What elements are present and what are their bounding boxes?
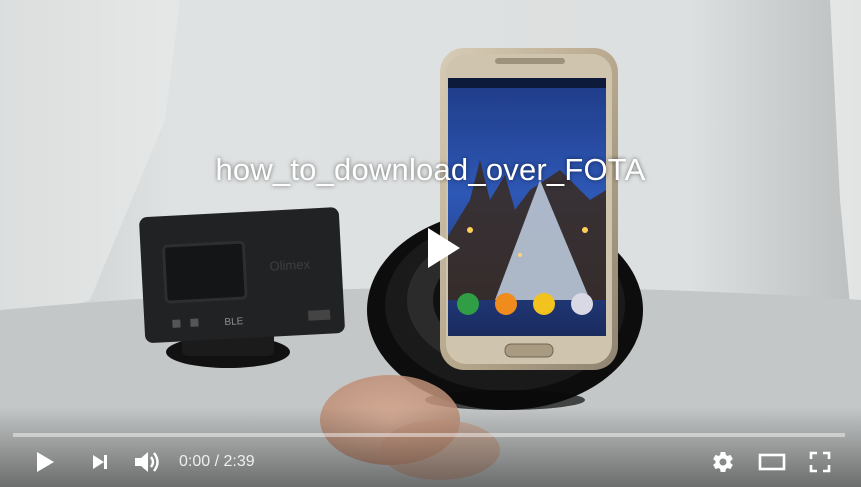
fullscreen-button[interactable] (804, 440, 836, 484)
fullscreen-icon (809, 451, 831, 473)
settings-button[interactable] (707, 440, 739, 484)
play-button[interactable] (28, 440, 62, 484)
volume-icon (135, 452, 159, 472)
big-play-button[interactable] (424, 225, 464, 271)
volume-button[interactable] (130, 440, 164, 484)
theater-mode-icon (758, 453, 786, 471)
svg-text:Olimex: Olimex (269, 257, 311, 274)
time-display: 0:00 / 2:39 (179, 440, 255, 484)
gear-icon (713, 452, 733, 473)
next-button[interactable] (84, 440, 116, 484)
play-icon (37, 452, 54, 472)
svg-text:BLE: BLE (224, 316, 244, 328)
control-bar: 0:00 / 2:39 (0, 440, 861, 484)
video-player[interactable]: Olimex BLE how_to_download_over_FOTA 0:0… (0, 0, 861, 487)
time-separator: / (210, 453, 224, 470)
theater-mode-button[interactable] (754, 440, 790, 484)
video-title[interactable]: how_to_download_over_FOTA (0, 152, 861, 188)
current-time: 0:00 (179, 453, 211, 470)
duration: 2:39 (223, 453, 255, 470)
progress-bar[interactable] (13, 433, 845, 437)
play-icon (428, 228, 460, 268)
next-icon (93, 455, 107, 469)
